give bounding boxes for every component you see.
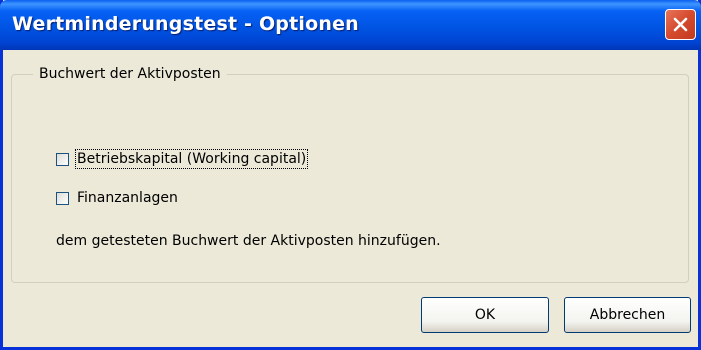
info-text: dem getesteten Buchwert der Aktivposten … <box>56 233 441 249</box>
cancel-button[interactable]: Abbrechen <box>564 297 691 333</box>
checkbox-working-capital[interactable]: Betriebskapital (Working capital) <box>56 149 309 169</box>
close-button[interactable] <box>665 9 696 40</box>
group-legend: Buchwert der Aktivposten <box>33 64 227 84</box>
checkbox-box[interactable] <box>56 152 69 166</box>
checkbox-label[interactable]: Finanzanlagen <box>76 189 179 207</box>
checkbox-label[interactable]: Betriebskapital (Working capital) <box>74 149 309 169</box>
asset-book-value-group <box>11 74 689 283</box>
dialog-window: Wertminderungstest - Optionen Buchwert d… <box>0 0 701 350</box>
checkbox-financial-assets[interactable]: Finanzanlagen <box>56 188 179 208</box>
title-bar[interactable]: Wertminderungstest - Optionen <box>0 0 701 50</box>
close-icon <box>673 17 688 32</box>
ok-button[interactable]: OK <box>421 297 549 333</box>
checkbox-box[interactable] <box>56 191 69 205</box>
window-title: Wertminderungstest - Optionen <box>12 13 359 35</box>
